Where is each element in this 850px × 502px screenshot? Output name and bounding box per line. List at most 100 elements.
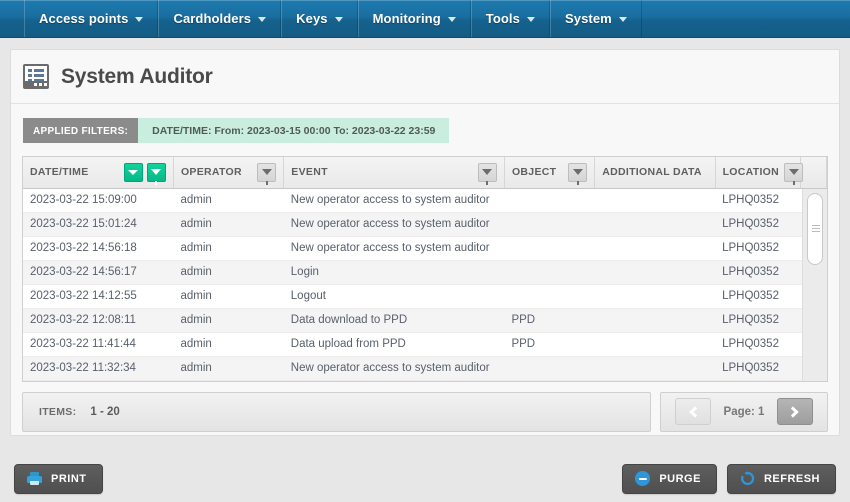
refresh-button-label: REFRESH bbox=[763, 472, 820, 485]
column-header-object[interactable]: OBJECT bbox=[504, 157, 596, 189]
column-header-additional-data[interactable]: ADDITIONAL DATA bbox=[594, 157, 716, 189]
menu-item-label: Tools bbox=[485, 11, 520, 26]
table-row[interactable]: 2023-03-22 11:41:44 admin Data upload fr… bbox=[23, 332, 827, 357]
filter-button-event[interactable] bbox=[477, 162, 497, 186]
cell-event: New operator access to system auditor bbox=[283, 236, 505, 261]
printer-icon bbox=[27, 472, 42, 485]
cell-object bbox=[504, 356, 595, 381]
table-row[interactable]: 2023-03-22 15:01:24 admin New operator a… bbox=[23, 212, 827, 237]
cell-operator: admin bbox=[173, 188, 284, 213]
page-number-label: Page: 1 bbox=[723, 405, 765, 418]
action-bar-right-group: PURGE REFRESH bbox=[622, 463, 836, 494]
action-bar: PRINT PURGE REFRESH bbox=[0, 455, 850, 502]
audit-table-header: DATE/TIME OPERATOR EVENT OBJECT ADDITION… bbox=[23, 157, 827, 189]
applied-filters-bar: APPLIED FILTERS: DATE/TIME: From: 2023-0… bbox=[11, 104, 839, 156]
cell-object bbox=[504, 284, 595, 309]
page-nav-panel: Page: 1 bbox=[660, 391, 828, 432]
cell-location: LPHQ0352 bbox=[715, 212, 801, 237]
audit-table: DATE/TIME OPERATOR EVENT OBJECT ADDITION… bbox=[23, 157, 827, 381]
page-card: System Auditor APPLIED FILTERS: DATE/TIM… bbox=[10, 49, 840, 436]
cell-object bbox=[504, 260, 595, 285]
cell-location: LPHQ0352 bbox=[715, 356, 801, 381]
column-label: OBJECT bbox=[511, 166, 557, 179]
table-scrollbar[interactable] bbox=[802, 189, 827, 381]
filter-icon bbox=[151, 169, 162, 186]
refresh-icon bbox=[740, 471, 755, 486]
sort-descending-button-datetime[interactable] bbox=[123, 162, 143, 182]
column-header-event[interactable]: EVENT bbox=[283, 157, 505, 189]
table-row[interactable]: 2023-03-22 14:56:18 admin New operator a… bbox=[23, 236, 827, 261]
column-header-location[interactable]: LOCATION bbox=[715, 157, 804, 189]
filter-button-object[interactable] bbox=[568, 162, 588, 186]
menu-item-keys[interactable]: Keys bbox=[281, 0, 358, 37]
cell-datetime: 2023-03-22 12:08:11 bbox=[23, 308, 174, 333]
print-button-label: PRINT bbox=[51, 472, 87, 485]
applied-filters-value[interactable]: DATE/TIME: From: 2023-03-15 00:00 To: 20… bbox=[138, 118, 450, 143]
menu-item-label: Access points bbox=[39, 11, 129, 26]
purge-button[interactable]: PURGE bbox=[622, 463, 717, 494]
column-header-datetime[interactable]: DATE/TIME bbox=[23, 157, 174, 189]
cell-operator: admin bbox=[173, 332, 284, 357]
cell-location: LPHQ0352 bbox=[715, 308, 801, 333]
filter-icon bbox=[572, 169, 583, 186]
cell-location: LPHQ0352 bbox=[715, 260, 801, 285]
table-row[interactable]: 2023-03-22 14:56:17 admin Login LPHQ0352 bbox=[23, 260, 827, 285]
main-menu-bar: Access points Cardholders Keys Monitorin… bbox=[0, 0, 850, 38]
cell-location: LPHQ0352 bbox=[715, 332, 801, 357]
refresh-button[interactable]: REFRESH bbox=[726, 463, 836, 494]
menu-item-tools[interactable]: Tools bbox=[470, 0, 550, 37]
menu-item-label: Keys bbox=[296, 11, 328, 26]
cell-datetime: 2023-03-22 14:56:17 bbox=[23, 260, 174, 285]
menu-item-cardholders[interactable]: Cardholders bbox=[158, 0, 282, 37]
cell-operator: admin bbox=[173, 236, 284, 261]
next-page-button[interactable] bbox=[776, 398, 813, 425]
cell-datetime: 2023-03-22 15:09:00 bbox=[23, 188, 174, 213]
column-header-operator[interactable]: OPERATOR bbox=[173, 157, 285, 189]
print-button[interactable]: PRINT bbox=[14, 463, 103, 494]
cell-datetime: 2023-03-22 14:12:55 bbox=[23, 284, 174, 309]
cell-operator: admin bbox=[173, 260, 284, 285]
items-count-panel: ITEMS: 1 - 20 bbox=[22, 391, 651, 432]
filter-button-operator[interactable] bbox=[257, 162, 277, 186]
cell-event: New operator access to system auditor bbox=[283, 212, 505, 237]
cell-datetime: 2023-03-22 11:32:34 bbox=[23, 356, 174, 381]
column-label: LOCATION bbox=[722, 166, 780, 179]
table-row[interactable]: 2023-03-22 11:32:34 admin New operator a… bbox=[23, 356, 827, 381]
cell-additional bbox=[594, 236, 716, 261]
chevron-down-icon bbox=[258, 17, 267, 22]
column-label: DATE/TIME bbox=[30, 166, 89, 179]
filter-button-datetime[interactable] bbox=[146, 162, 166, 186]
page-header: System Auditor bbox=[11, 50, 839, 104]
column-label: OPERATOR bbox=[180, 166, 242, 179]
menu-item-monitoring[interactable]: Monitoring bbox=[357, 0, 471, 37]
menu-left-spacer bbox=[0, 0, 24, 37]
filter-button-location[interactable] bbox=[784, 162, 804, 186]
cell-additional bbox=[594, 356, 716, 381]
menu-item-label: Monitoring bbox=[372, 11, 441, 26]
cell-object bbox=[504, 212, 595, 237]
cell-datetime: 2023-03-22 11:41:44 bbox=[23, 332, 174, 357]
scrollbar-grip-icon bbox=[812, 225, 820, 232]
cell-object bbox=[504, 188, 595, 213]
cell-additional bbox=[594, 308, 716, 333]
scrollbar-thumb[interactable] bbox=[807, 193, 823, 265]
filter-icon bbox=[261, 169, 272, 186]
audit-table-container: DATE/TIME OPERATOR EVENT OBJECT ADDITION… bbox=[22, 156, 828, 382]
chevron-down-icon bbox=[447, 17, 456, 22]
table-row[interactable]: 2023-03-22 14:12:55 admin Logout LPHQ035… bbox=[23, 284, 827, 309]
applied-filters-label: APPLIED FILTERS: bbox=[23, 118, 139, 143]
menu-item-access-points[interactable]: Access points bbox=[24, 0, 159, 37]
table-row[interactable]: 2023-03-22 15:09:00 admin New operator a… bbox=[23, 188, 827, 213]
filter-icon bbox=[482, 169, 493, 186]
auditor-report-icon bbox=[23, 64, 49, 89]
menu-item-label: System bbox=[564, 11, 612, 26]
previous-page-button[interactable] bbox=[675, 398, 712, 425]
cell-location: LPHQ0352 bbox=[715, 236, 801, 261]
table-row[interactable]: 2023-03-22 12:08:11 admin Data download … bbox=[23, 308, 827, 333]
menu-item-system[interactable]: System bbox=[549, 0, 642, 37]
cell-location: LPHQ0352 bbox=[715, 188, 801, 213]
cell-object: PPD bbox=[504, 308, 595, 333]
chevron-left-icon bbox=[689, 405, 701, 418]
cell-datetime: 2023-03-22 15:01:24 bbox=[23, 212, 174, 237]
page-title: System Auditor bbox=[61, 64, 213, 88]
